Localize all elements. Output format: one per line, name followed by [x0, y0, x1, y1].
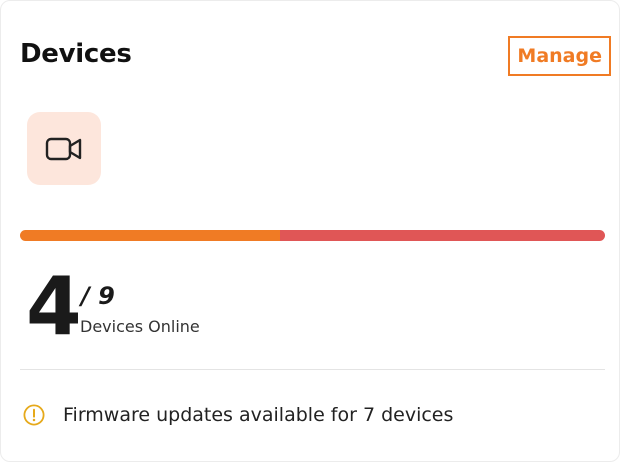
devices-online-label: Devices Online: [80, 317, 200, 336]
firmware-notice: Firmware updates available for 7 devices: [23, 403, 453, 427]
devices-online-progress-bar: [20, 230, 605, 241]
warning-circle-icon: [23, 404, 45, 426]
card-title: Devices: [20, 39, 132, 69]
progress-offline-segment: [279, 230, 605, 241]
devices-card: Devices Manage 4 / 9 Devices Online Firm…: [0, 0, 620, 462]
divider: [20, 369, 605, 370]
total-count: / 9: [81, 282, 115, 310]
video-camera-icon: [45, 135, 83, 163]
firmware-notice-text: Firmware updates available for 7 devices: [63, 404, 454, 426]
device-icon-tile: [27, 112, 101, 185]
manage-button[interactable]: Manage: [508, 36, 611, 76]
progress-online-segment: [20, 230, 280, 241]
online-count: 4: [26, 260, 82, 353]
